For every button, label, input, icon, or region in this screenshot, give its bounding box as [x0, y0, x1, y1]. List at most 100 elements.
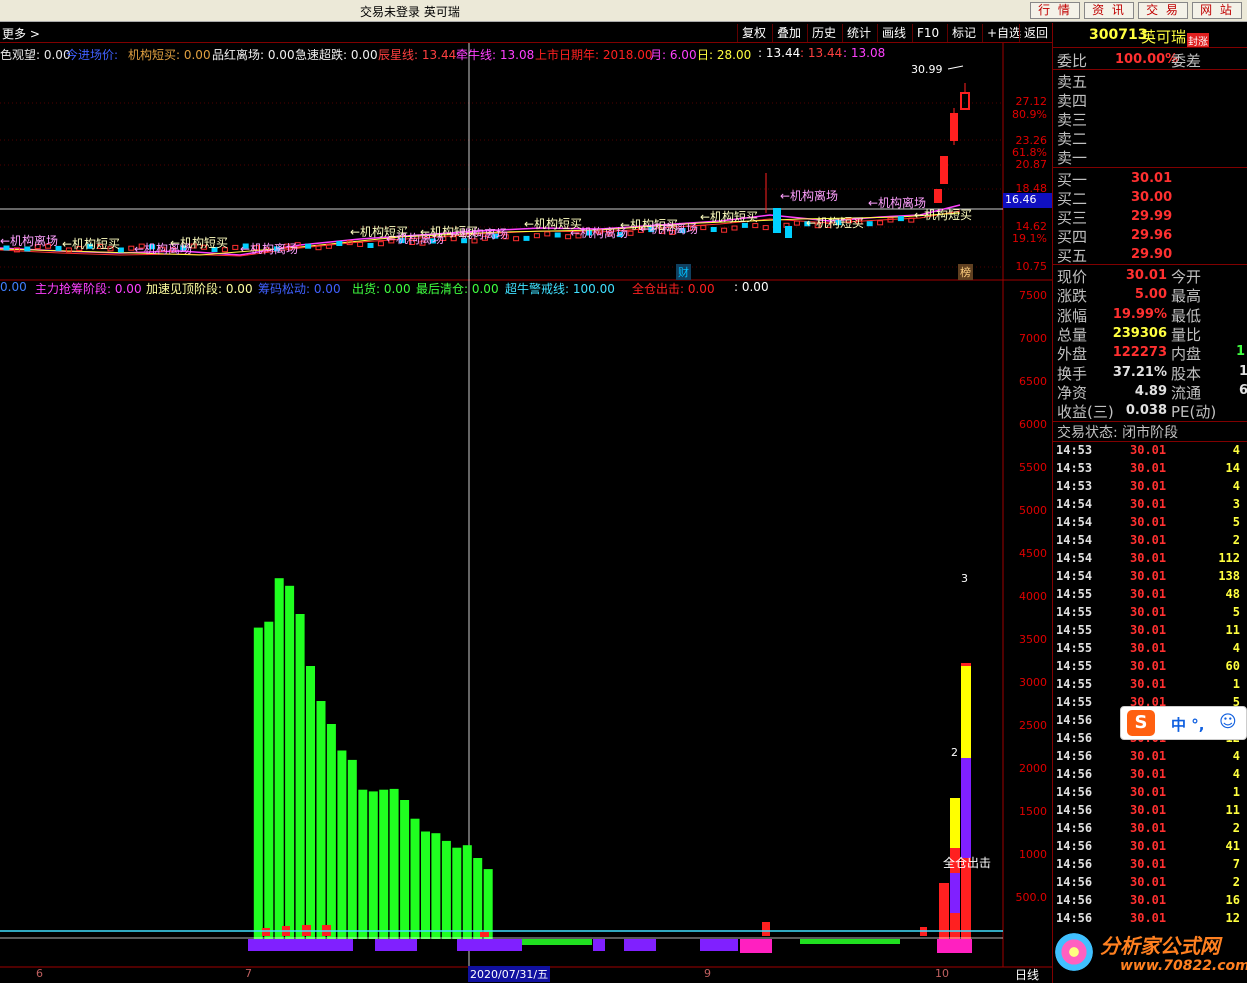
tick-row: 14:54 30.01 3 [1056, 497, 1246, 515]
tick-price: 30.01 [1130, 569, 1167, 583]
tick-volume: 2 [1232, 875, 1240, 889]
volume-signal-bar [262, 928, 270, 936]
candle [513, 236, 520, 242]
candle [700, 225, 707, 231]
volume-bar [306, 666, 315, 939]
volume-bar [274, 578, 284, 939]
tick-row: 14:56 30.01 4 [1056, 767, 1246, 785]
tick-time: 14:55 [1056, 587, 1093, 601]
tick-time: 14:54 [1056, 497, 1093, 511]
volume-bar [347, 759, 357, 939]
tick-row: 14:56 30.01 2 [1056, 821, 1246, 839]
tick-time: 14:56 [1056, 839, 1093, 853]
volume-bar [400, 800, 410, 939]
ask-level-label: 卖四 [1057, 92, 1088, 110]
stat-label: 流通 [1171, 383, 1202, 402]
tick-time: 14:56 [1056, 713, 1093, 727]
tick-volume: 138 [1218, 569, 1240, 583]
website-button[interactable]: 网 站 [1192, 2, 1242, 19]
stat-value: 4.89 [1134, 383, 1167, 399]
kline-chart[interactable]: ←机构离场 ←机构短买 ←机构离场←机构短买 ←机构离场←机构短买←机构离场←机构短买… [0, 23, 1052, 983]
flower-logo-icon [1052, 930, 1096, 974]
volume-axis-label: 1500 [1019, 805, 1047, 818]
tick-price: 30.01 [1130, 857, 1167, 871]
tick-volume: 14 [1225, 461, 1240, 475]
finance-badge[interactable]: 财 [676, 264, 691, 280]
stat-value: 0.038 [1125, 403, 1167, 419]
watermark-title: 分析家公式网 [1100, 934, 1220, 958]
signal-annotation: ←机构离场 [0, 233, 58, 248]
volume-axis-label: 4500 [1019, 547, 1047, 560]
tick-row: 14:54 30.01 2 [1056, 533, 1246, 551]
tick-volume: 5 [1232, 515, 1240, 529]
tick-price: 30.01 [1130, 461, 1167, 475]
tick-row: 14:56 30.01 2 [1056, 875, 1246, 893]
tick-row: 14:55 30.01 4 [1056, 641, 1246, 659]
tick-row: 14:55 30.01 1 [1056, 677, 1246, 695]
price-axis-label: 10.75 [1015, 260, 1048, 273]
tick-time: 14:54 [1056, 569, 1093, 583]
rank-badge[interactable]: 榜 [958, 264, 973, 280]
tick-row: 14:54 30.01 138 [1056, 569, 1246, 587]
volume-bar [358, 789, 368, 939]
candle [762, 225, 769, 231]
tick-row: 14:56 30.01 16 [1056, 893, 1246, 911]
limit-up-tag: 封涨 [1187, 33, 1209, 48]
stat-label: 现价 [1057, 268, 1088, 286]
tick-price: 30.01 [1130, 749, 1167, 763]
volume-bar [389, 788, 399, 939]
news-button[interactable]: 资 讯 [1084, 2, 1134, 19]
ime-toolbar[interactable]: S 中 °, ☺ [1120, 706, 1247, 740]
ask-level-label: 卖三 [1057, 111, 1088, 129]
tick-time: 14:55 [1056, 623, 1093, 637]
volume-bar [421, 831, 430, 939]
watermark-url: www.70822.com [1120, 958, 1247, 974]
tick-volume: 12 [1225, 911, 1240, 925]
candle [523, 235, 530, 241]
tick-price: 30.01 [1130, 515, 1167, 529]
date-axis-label: 10 [935, 967, 949, 980]
volume-axis-label: 7000 [1019, 332, 1047, 345]
candle [554, 232, 561, 238]
tick-time: 14:56 [1056, 821, 1093, 835]
tick-volume: 5 [1232, 605, 1240, 619]
ime-mode[interactable]: 中 °, [1171, 714, 1204, 735]
tick-time: 14:56 [1056, 785, 1093, 799]
emoji-icon[interactable]: ☺ [1219, 712, 1237, 732]
tick-price: 30.01 [1130, 659, 1167, 673]
tick-row: 14:56 30.01 7 [1056, 857, 1246, 875]
volume-bar [483, 869, 493, 939]
candle [377, 241, 384, 247]
tick-row: 14:55 30.01 60 [1056, 659, 1246, 677]
bid-level-label: 买一 [1057, 171, 1088, 189]
volume-bar [326, 724, 336, 939]
volume-bar [316, 701, 326, 939]
volume-axis-label: 5500 [1019, 461, 1047, 474]
tick-price: 30.01 [1130, 533, 1167, 547]
signal-annotation: ←机构短买 [700, 209, 758, 224]
tick-row: 14:56 30.01 4 [1056, 749, 1246, 767]
candle [305, 243, 312, 249]
sogou-icon[interactable]: S [1127, 710, 1155, 736]
tick-time: 14:56 [1056, 767, 1093, 781]
tick-time: 14:56 [1056, 731, 1093, 745]
volume-bar [410, 818, 420, 939]
stat-label: PE(动) [1171, 403, 1217, 422]
period-selector[interactable]: 日线 [1015, 966, 1039, 983]
price-axis-label: 19.1% [1012, 232, 1047, 245]
quote-button[interactable]: 行 情 [1030, 2, 1080, 19]
signal-annotation: ←机构短买 [914, 207, 972, 222]
high-price-label: 30.99 [911, 63, 943, 76]
tick-row: 14:55 30.01 48 [1056, 587, 1246, 605]
quote-panel: 300713 英可瑞 封涨 委比 100.00% 委差 卖五 卖四 卖三 卖二 卖一 买… [1052, 23, 1247, 983]
tick-time: 14:56 [1056, 893, 1093, 907]
tick-time: 14:54 [1056, 533, 1093, 547]
weibi-value: 100.00% [1115, 52, 1179, 67]
stat-label: 今开 [1171, 268, 1202, 286]
trade-button[interactable]: 交 易 [1138, 2, 1188, 19]
volume-axis-label: 4000 [1019, 590, 1047, 603]
tick-time: 14:56 [1056, 875, 1093, 889]
volume-bar [285, 585, 295, 939]
candle [793, 220, 800, 226]
tick-time: 14:54 [1056, 551, 1093, 565]
